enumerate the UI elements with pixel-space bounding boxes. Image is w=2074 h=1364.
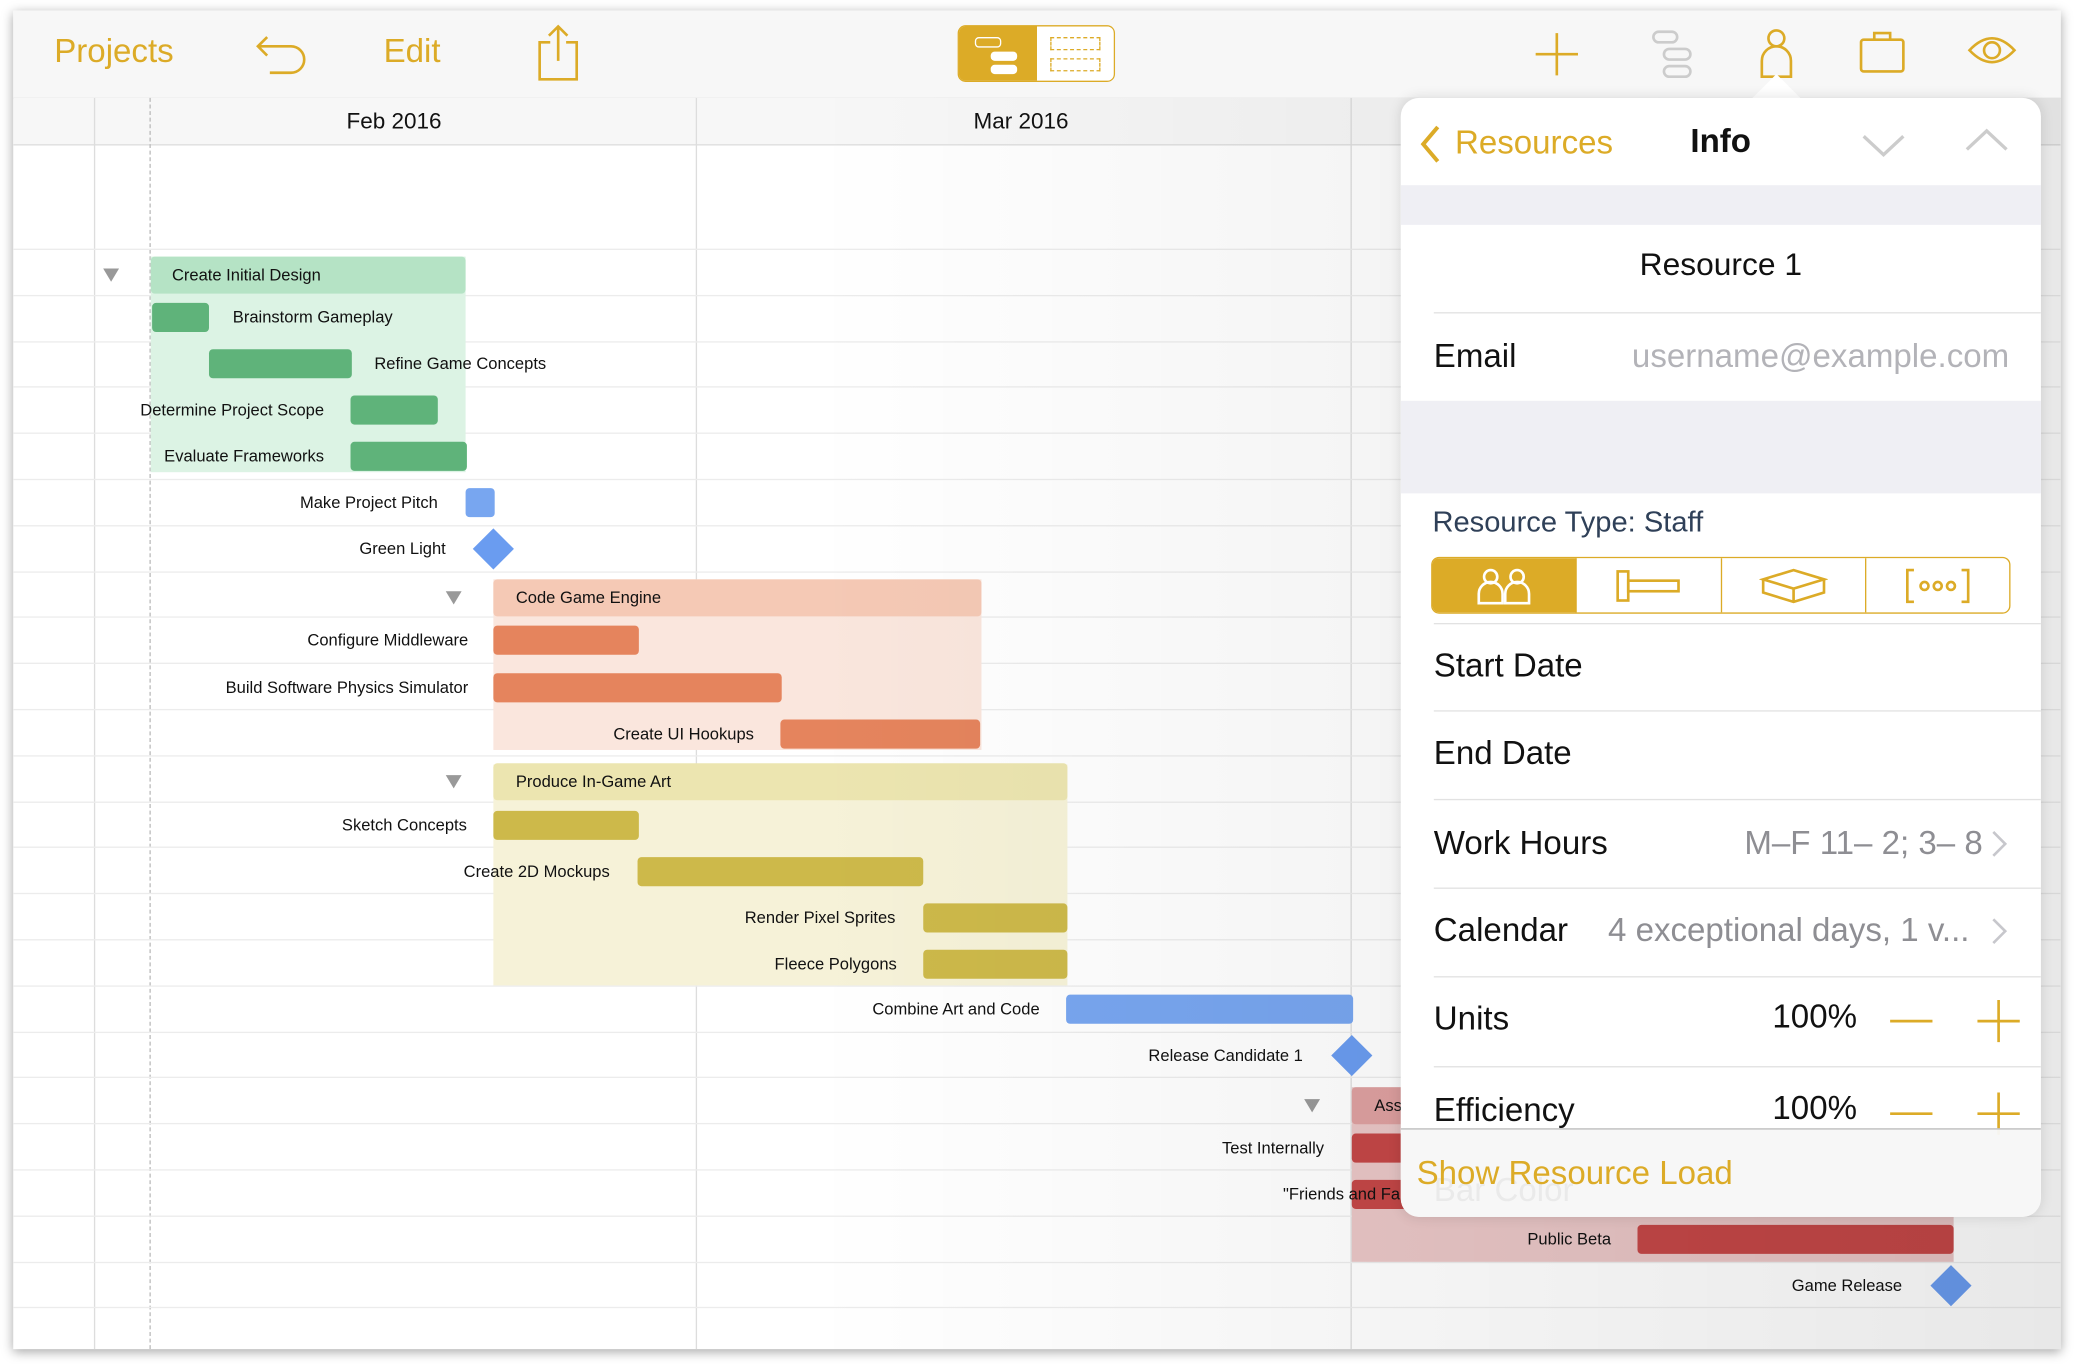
task-label: Fleece Polygons <box>774 954 897 974</box>
task-label: Create 2D Mockups <box>463 862 610 881</box>
group-type-icon[interactable] <box>1866 558 2009 612</box>
milestone-diamond[interactable] <box>472 528 514 570</box>
end-date-field[interactable]: End Date <box>1434 735 1572 773</box>
undo-icon[interactable] <box>254 32 310 77</box>
popover-arrow <box>1749 74 1803 101</box>
eye-icon[interactable] <box>1967 32 2017 69</box>
show-resource-load-button[interactable]: Show Resource Load <box>1417 1155 1733 1193</box>
task-label: Refine Game Concepts <box>374 354 547 374</box>
work-hours-label[interactable]: Work Hours <box>1434 825 1608 863</box>
month-label: Mar 2016 <box>973 108 1069 134</box>
add-icon[interactable] <box>1534 32 1579 77</box>
chevron-right-icon[interactable] <box>1991 917 2010 946</box>
email-field[interactable]: username@example.com <box>1632 338 2009 376</box>
task-label: Render Pixel Sprites <box>744 908 896 928</box>
task-bar[interactable] <box>923 903 1068 933</box>
task-label: Sketch Concepts <box>341 816 467 835</box>
task-label: Create UI Hookups <box>613 724 754 744</box>
task-bar[interactable] <box>1066 994 1354 1024</box>
staff-type-icon[interactable] <box>1432 558 1577 613</box>
task-bar[interactable] <box>493 673 782 703</box>
start-date-field[interactable]: Start Date <box>1434 647 1583 685</box>
units-label: Units <box>1433 1000 1510 1038</box>
resource-icon[interactable] <box>1759 26 1793 79</box>
disclosure-triangle-icon[interactable] <box>445 591 462 605</box>
milestone-diamond[interactable] <box>1930 1265 1972 1307</box>
efficiency-value[interactable]: 100% <box>1772 1090 1857 1128</box>
app-window: Projects Edit Feb 2016 Mar 2016 Create I… <box>13 10 2061 1350</box>
task-bar[interactable] <box>1637 1224 1954 1254</box>
email-label: Email <box>1433 337 1517 375</box>
task-label: "Friends and Far <box>1283 1185 1406 1204</box>
task-label: Public Beta <box>1527 1230 1612 1249</box>
back-chevron-icon[interactable] <box>1419 124 1440 164</box>
projects-button[interactable]: Projects <box>54 33 173 71</box>
task-bar[interactable] <box>493 625 639 655</box>
chevron-up-icon[interactable] <box>1964 127 2009 153</box>
view-mode-gantt-icon[interactable] <box>958 26 1037 81</box>
task-label: Release Candidate 1 <box>1148 1046 1303 1065</box>
task-bar[interactable] <box>350 395 438 425</box>
share-icon[interactable] <box>537 24 579 82</box>
task-label: Configure Middleware <box>307 630 469 650</box>
view-mode-network-icon[interactable] <box>1036 26 1114 81</box>
efficiency-label: Efficiency <box>1433 1091 1575 1129</box>
calendar-label[interactable]: Calendar <box>1434 912 1568 950</box>
chevron-down-icon[interactable] <box>1861 132 1906 158</box>
task-label: Code Game Engine <box>515 588 662 608</box>
task-label: Build Software Physics Simulator <box>225 678 469 698</box>
task-bar[interactable] <box>637 857 924 887</box>
resource-type-segmented[interactable] <box>1431 556 2011 614</box>
panel-title: Info <box>1690 123 1752 161</box>
task-label: Evaluate Frameworks <box>164 447 325 466</box>
equipment-type-icon[interactable] <box>1577 558 1722 613</box>
task-bar[interactable] <box>493 810 639 840</box>
calendar-value[interactable]: 4 exceptional days, 1 v... <box>1608 912 1970 950</box>
units-decrement-icon[interactable] <box>1889 1000 1934 1042</box>
resource-name-field[interactable]: Resource 1 <box>1401 247 2041 284</box>
resource-info-popover: Resources Info Resource 1 Email username… <box>1400 97 2041 1217</box>
outline-icon[interactable] <box>1651 29 1693 79</box>
task-bar[interactable] <box>152 302 209 332</box>
task-bar[interactable] <box>350 441 467 471</box>
resource-type-label: Resource Type: Staff <box>1432 505 1704 539</box>
task-label: Combine Art and Code <box>872 999 1040 1019</box>
panel-footer: Bar Color Show Resource Load <box>1400 1128 2041 1217</box>
task-label: Make Project Pitch <box>299 493 438 512</box>
task-label: Determine Project Scope <box>140 400 325 420</box>
task-bar[interactable] <box>923 949 1068 979</box>
disclosure-triangle-icon[interactable] <box>103 268 120 282</box>
material-type-icon[interactable] <box>1721 558 1866 613</box>
disclosure-triangle-icon[interactable] <box>445 775 462 789</box>
row-divider <box>13 1261 2061 1264</box>
back-resources-button[interactable]: Resources <box>1455 124 1613 162</box>
row-divider <box>13 1306 2061 1309</box>
task-bar[interactable] <box>465 488 495 518</box>
task-bar[interactable] <box>780 719 981 749</box>
task-label: Green Light <box>359 539 446 559</box>
task-label: Ass <box>1374 1096 1402 1116</box>
units-value[interactable]: 100% <box>1772 999 1857 1037</box>
task-label: Produce In-Game Art <box>515 772 672 791</box>
task-bar[interactable] <box>208 349 352 379</box>
task-label: Game Release <box>1791 1276 1903 1295</box>
month-label: Feb 2016 <box>346 108 442 134</box>
task-label: Brainstorm Gameplay <box>232 308 393 327</box>
task-label: Create Initial Design <box>171 265 321 285</box>
task-label: Test Internally <box>1222 1138 1325 1158</box>
units-increment-icon[interactable] <box>1976 999 2021 1043</box>
chevron-right-icon[interactable] <box>1991 829 2010 858</box>
work-hours-value[interactable]: M–F 11– 2; 3– 8 <box>1744 825 1982 863</box>
briefcase-icon[interactable] <box>1858 29 1906 74</box>
view-mode-segmented[interactable] <box>957 25 1116 83</box>
disclosure-triangle-icon[interactable] <box>1304 1099 1321 1113</box>
milestone-diamond[interactable] <box>1331 1034 1373 1077</box>
edit-button[interactable]: Edit <box>384 33 441 71</box>
